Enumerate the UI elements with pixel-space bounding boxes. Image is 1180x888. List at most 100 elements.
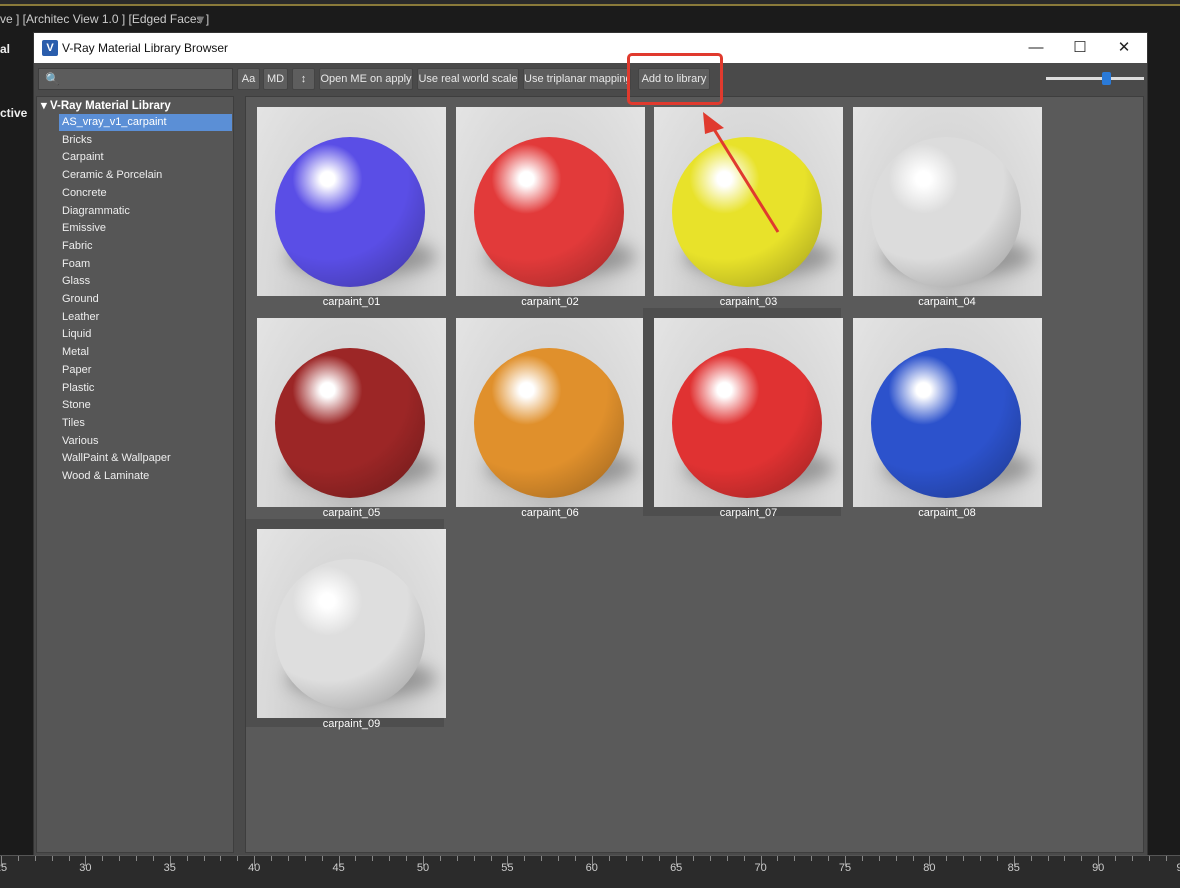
material-card[interactable]: carpaint_09 (246, 519, 446, 730)
ruler-tick (709, 856, 711, 861)
ruler-label: 25 (0, 862, 8, 874)
ruler-tick (980, 856, 982, 861)
material-sphere (275, 137, 425, 287)
maximize-button[interactable]: ☐ (1058, 37, 1102, 59)
ruler-label: 80 (923, 862, 936, 874)
ruler-tick (304, 856, 306, 861)
ruler-label: 35 (163, 862, 176, 874)
material-card[interactable]: carpaint_07 (643, 308, 843, 519)
material-preview (257, 107, 446, 296)
material-card[interactable]: carpaint_01 (246, 97, 446, 308)
tree-item[interactable]: Metal (59, 344, 232, 361)
annotation-highlight-box (627, 53, 723, 105)
ruler-tick (659, 856, 661, 861)
ruler-tick (372, 856, 374, 861)
ruler-tick (574, 856, 576, 861)
slider-thumb[interactable] (1101, 72, 1111, 85)
tree-item[interactable]: Plastic (59, 380, 232, 397)
ruler-label: 95 (1176, 862, 1180, 874)
tree-item[interactable]: Fabric (59, 238, 232, 255)
md-button[interactable]: MD (263, 68, 288, 90)
ruler-tick (186, 856, 188, 861)
ruler-tick (946, 856, 948, 861)
ruler-tick (693, 856, 695, 861)
ruler-tick (439, 856, 441, 861)
tree-item[interactable]: Bricks (59, 132, 232, 149)
material-preview (654, 107, 843, 296)
use-triplanar-mapping-button[interactable]: Use triplanar mapping (523, 68, 631, 90)
material-card[interactable]: carpaint_02 (445, 97, 645, 308)
material-grid: carpaint_01 carpaint_02 carpaint_03 carpain… (245, 96, 1144, 853)
title-bar[interactable]: V V-Ray Material Library Browser — ☐ ✕ (34, 33, 1147, 63)
tree-item[interactable]: Ceramic & Porcelain (59, 167, 232, 184)
ruler-tick (743, 856, 745, 861)
tree-item[interactable]: Carpaint (59, 149, 232, 166)
material-sphere (275, 559, 425, 709)
close-button[interactable]: ✕ (1102, 37, 1146, 59)
tree-item[interactable]: Emissive (59, 220, 232, 237)
material-preview (654, 318, 843, 507)
ruler-label: 60 (585, 862, 598, 874)
material-name: carpaint_09 (322, 718, 381, 730)
tree-item[interactable]: Stone (59, 397, 232, 414)
tree-item[interactable]: Glass (59, 273, 232, 290)
material-card[interactable]: carpaint_06 (445, 308, 645, 519)
material-name: carpaint_02 (521, 296, 579, 308)
material-card[interactable]: carpaint_05 (246, 308, 446, 519)
material-sphere (672, 137, 822, 287)
tree-item[interactable]: Various (59, 433, 232, 450)
tree-item[interactable]: AS_vray_v1_carpaint (59, 114, 232, 131)
tree-item[interactable]: Concrete (59, 185, 232, 202)
ruler-tick (490, 856, 492, 861)
tree-root[interactable]: ▾ V-Ray Material Library (41, 98, 171, 112)
vray-logo-icon: V (42, 40, 58, 56)
material-name: carpaint_04 (918, 296, 976, 308)
material-preview (852, 107, 1042, 296)
material-card[interactable]: carpaint_04 (842, 97, 1042, 308)
match-case-button[interactable]: Aa (237, 68, 260, 90)
ruler-tick (558, 856, 560, 861)
side-text: al (0, 42, 11, 56)
ruler-tick (1064, 856, 1066, 861)
tree-item[interactable]: Diagrammatic (59, 203, 232, 220)
filter-icon[interactable]: ▼ (194, 12, 207, 27)
material-name: carpaint_05 (322, 507, 381, 519)
tree-item[interactable]: WallPaint & Wallpaper (59, 450, 232, 467)
sort-button[interactable]: ↕ (292, 68, 315, 90)
ruler-label: 65 (670, 862, 683, 874)
material-sphere (672, 348, 822, 498)
material-card[interactable]: carpaint_03 (643, 97, 843, 308)
thumbnail-size-slider[interactable] (1046, 77, 1144, 80)
ruler-tick (1148, 856, 1150, 861)
tree-item[interactable]: Liquid (59, 326, 232, 343)
tree-item[interactable]: Leather (59, 309, 232, 326)
timeline-ruler[interactable]: 25 30 35 40 45 50 55 60 65 70 75 80 85 90 95 (0, 855, 1180, 888)
material-sphere (870, 348, 1021, 498)
open-me-on-apply-button[interactable]: Open ME on apply (319, 68, 413, 90)
minimize-button[interactable]: — (1014, 37, 1058, 59)
ruler-tick (1047, 856, 1049, 861)
tree-item[interactable]: Tiles (59, 415, 232, 432)
use-real-world-scale-button[interactable]: Use real world scale (417, 68, 519, 90)
ruler-tick (1081, 856, 1083, 861)
ruler-tick (152, 856, 154, 861)
tree-item[interactable]: Foam (59, 256, 232, 273)
ruler-label: 40 (248, 862, 261, 874)
ruler-tick (473, 856, 475, 861)
tree-item[interactable]: Ground (59, 291, 232, 308)
panel-splitter[interactable] (235, 96, 243, 853)
ruler-tick (355, 856, 357, 861)
material-card[interactable]: carpaint_08 (842, 308, 1042, 519)
ruler-tick (389, 856, 391, 861)
material-library-window: V V-Ray Material Library Browser — ☐ ✕ 🔍… (33, 32, 1148, 856)
ruler-label: 75 (838, 862, 852, 874)
tree-item[interactable]: Paper (59, 362, 232, 379)
search-input[interactable]: 🔍 (38, 68, 233, 90)
viewport-label[interactable]: ve ] [Architec View 1.0 ] [Edged Faces ] (0, 12, 209, 26)
top-toolbar-strip (0, 0, 1180, 6)
material-name: carpaint_03 (719, 296, 778, 308)
tree-item[interactable]: Wood & Laminate (59, 468, 232, 485)
ruler-tick (642, 856, 644, 861)
ruler-tick (1131, 856, 1133, 861)
ruler-tick (102, 856, 104, 861)
